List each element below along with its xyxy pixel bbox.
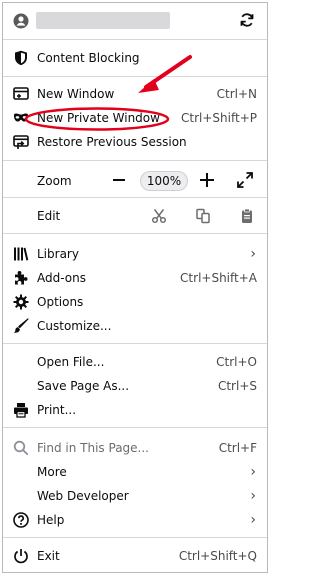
- print-item[interactable]: Print...: [3, 398, 267, 422]
- help-icon: [13, 512, 29, 528]
- customize-item[interactable]: Customize...: [3, 314, 267, 338]
- copy-icon[interactable]: [195, 208, 211, 224]
- library-icon: [13, 246, 29, 262]
- separator: [3, 160, 267, 161]
- edit-row: Edit: [3, 204, 267, 228]
- sync-icon[interactable]: [239, 12, 255, 28]
- customize-label: Customize...: [37, 319, 112, 333]
- shield-icon: [13, 50, 29, 66]
- separator: [3, 537, 267, 538]
- exit-shortcut: Ctrl+Shift+Q: [178, 549, 257, 563]
- gear-icon: [13, 294, 29, 310]
- help-item[interactable]: Help ›: [3, 508, 267, 532]
- restore-session-label: Restore Previous Session: [37, 135, 187, 149]
- save-page-shortcut: Ctrl+S: [217, 379, 257, 393]
- fullscreen-button[interactable]: [236, 171, 254, 189]
- restore-session-icon: [13, 134, 29, 150]
- chevron-right-icon: ›: [250, 464, 256, 480]
- more-label: More: [37, 465, 67, 479]
- open-file-label: Open File...: [37, 355, 105, 369]
- content-blocking-label: Content Blocking: [37, 51, 140, 65]
- print-label: Print...: [37, 403, 77, 417]
- help-label: Help: [37, 513, 65, 527]
- puzzle-piece-icon: [13, 270, 29, 286]
- account-email-blurred: [36, 12, 170, 29]
- separator: [3, 233, 267, 234]
- new-private-window-shortcut: Ctrl+Shift+P: [181, 111, 257, 125]
- zoom-row: Zoom 100%: [3, 168, 267, 194]
- web-developer-label: Web Developer: [37, 489, 129, 503]
- find-label: Find in This Page...: [37, 441, 149, 455]
- new-window-label: New Window: [37, 87, 115, 101]
- find-shortcut: Ctrl+F: [218, 441, 257, 455]
- options-label: Options: [37, 295, 84, 309]
- web-developer-item[interactable]: Web Developer ›: [3, 484, 267, 508]
- paintbrush-icon: [13, 318, 29, 334]
- separator: [3, 427, 267, 428]
- exit-label: Exit: [37, 549, 60, 563]
- restore-session-item[interactable]: Restore Previous Session: [3, 130, 267, 154]
- power-icon: [13, 548, 29, 564]
- options-item[interactable]: Options: [3, 290, 267, 314]
- separator: [3, 39, 267, 40]
- chevron-right-icon: ›: [250, 246, 256, 262]
- more-item[interactable]: More ›: [3, 460, 267, 484]
- search-icon: [13, 440, 29, 456]
- cut-icon[interactable]: [151, 208, 167, 224]
- account-row[interactable]: [3, 7, 267, 35]
- addons-label: Add-ons: [37, 271, 86, 285]
- find-item[interactable]: Find in This Page... Ctrl+F: [3, 436, 267, 460]
- open-file-shortcut: Ctrl+O: [216, 355, 257, 369]
- paste-icon[interactable]: [239, 208, 255, 224]
- annotation-arrow: [138, 55, 192, 93]
- zoom-in-button[interactable]: [197, 170, 217, 190]
- open-file-item[interactable]: Open File... Ctrl+O: [3, 350, 267, 374]
- addons-item[interactable]: Add-ons Ctrl+Shift+A: [3, 266, 267, 290]
- chevron-right-icon: ›: [250, 488, 256, 504]
- printer-icon: [13, 402, 29, 418]
- new-window-icon: [13, 86, 29, 102]
- separator: [3, 343, 267, 344]
- save-page-label: Save Page As...: [37, 379, 130, 393]
- separator: [3, 197, 267, 198]
- library-item[interactable]: Library ›: [3, 242, 267, 266]
- zoom-reset-button[interactable]: 100%: [140, 171, 188, 191]
- library-label: Library: [37, 247, 79, 261]
- addons-shortcut: Ctrl+Shift+A: [180, 271, 257, 285]
- chevron-right-icon: ›: [250, 512, 256, 528]
- new-window-shortcut: Ctrl+N: [216, 87, 257, 101]
- account-avatar-icon: [13, 13, 29, 29]
- edit-label: Edit: [37, 209, 61, 223]
- zoom-out-button[interactable]: [109, 170, 129, 190]
- save-page-item[interactable]: Save Page As... Ctrl+S: [3, 374, 267, 398]
- exit-item[interactable]: Exit Ctrl+Shift+Q: [3, 544, 267, 568]
- zoom-label: Zoom: [37, 174, 72, 188]
- annotation-oval: [24, 107, 170, 131]
